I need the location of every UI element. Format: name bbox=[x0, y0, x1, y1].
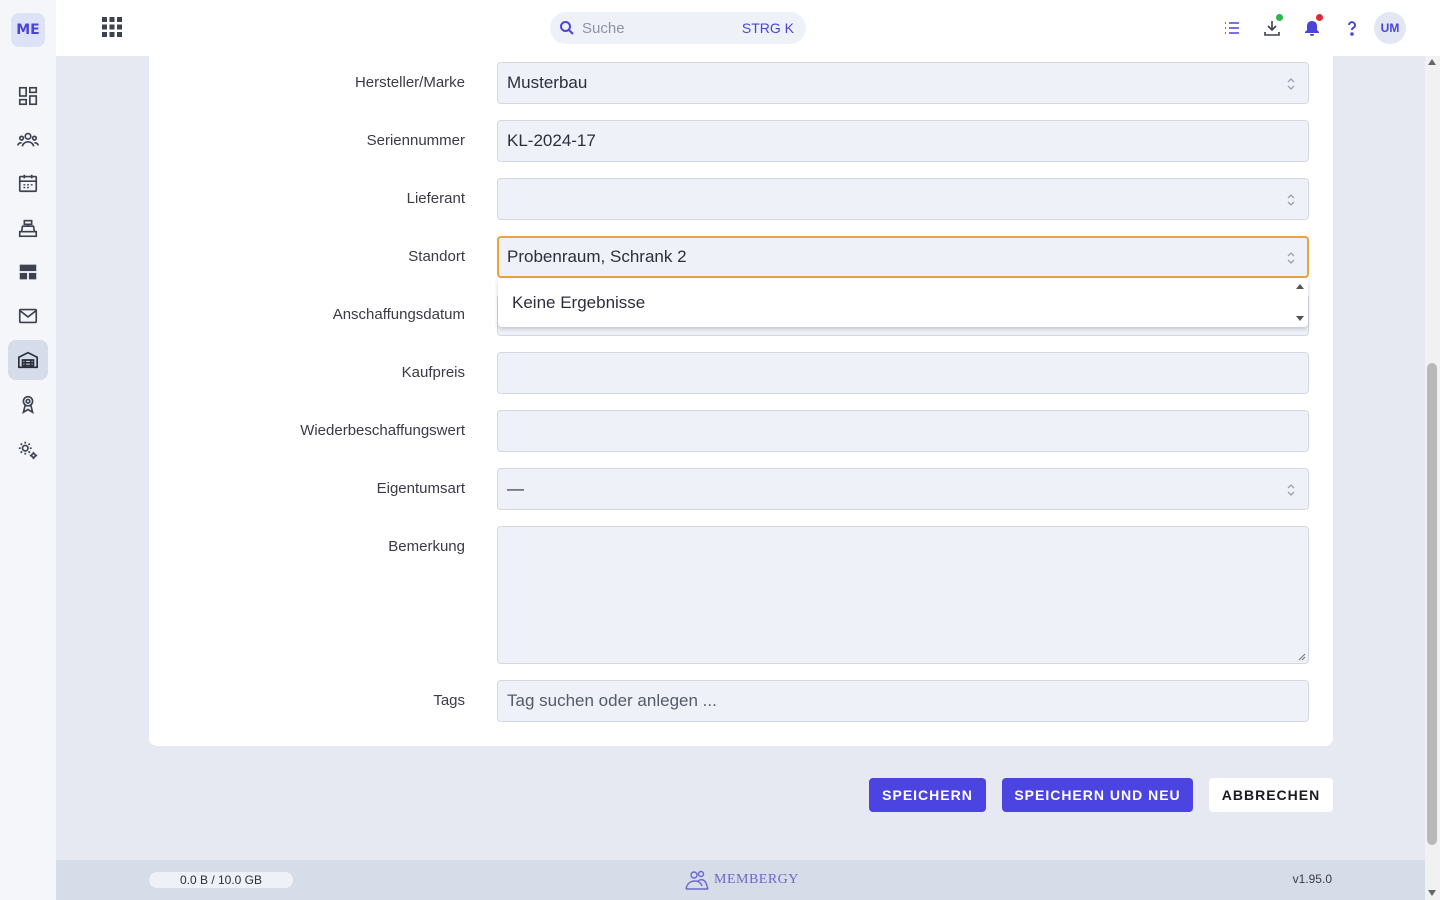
tags-input[interactable]: Tag suchen oder anlegen ... bbox=[497, 680, 1309, 722]
sidebar-item-mail[interactable] bbox=[8, 296, 48, 336]
search-shortcut-hint: STRG K bbox=[741, 20, 794, 36]
layout-icon bbox=[19, 264, 37, 280]
select-updown-icon bbox=[1287, 78, 1295, 90]
ownership-type-label: Eigentumsart bbox=[376, 480, 465, 497]
top-header: STRG K UM bbox=[56, 0, 1440, 56]
location-dropdown: Keine Ergebnisse bbox=[498, 279, 1308, 327]
search-icon bbox=[560, 21, 574, 35]
sidebar-item-layout[interactable] bbox=[8, 252, 48, 292]
brand-name: MEMBERGY bbox=[714, 872, 799, 887]
purchase-date-label: Anschaffungsdatum bbox=[332, 306, 465, 323]
sidebar-item-settings[interactable] bbox=[8, 430, 48, 470]
notifications-button[interactable] bbox=[1300, 14, 1324, 40]
people-icon bbox=[17, 132, 39, 147]
search-bar[interactable]: STRG K bbox=[550, 12, 806, 44]
cancel-button[interactable]: ABBRECHEN bbox=[1209, 778, 1333, 812]
location-value: Probenraum, Schrank 2 bbox=[507, 247, 687, 266]
sidebar-item-calendar[interactable] bbox=[8, 163, 48, 203]
bell-icon bbox=[1305, 21, 1319, 36]
location-label: Standort bbox=[408, 248, 465, 265]
calendar-icon bbox=[18, 174, 38, 193]
app-logo[interactable]: ME bbox=[11, 13, 45, 47]
sidebar-item-dashboard[interactable] bbox=[8, 76, 48, 116]
scroll-up-arrow[interactable] bbox=[1428, 59, 1436, 65]
user-avatar[interactable]: UM bbox=[1374, 12, 1406, 44]
mail-icon bbox=[18, 308, 38, 324]
select-updown-icon bbox=[1287, 252, 1295, 264]
select-updown-icon bbox=[1287, 194, 1295, 206]
award-icon bbox=[22, 395, 34, 414]
warehouse-icon bbox=[18, 351, 38, 369]
dropdown-scroll-down[interactable] bbox=[1296, 316, 1304, 321]
storage-usage: 0.0 B / 10.0 GB bbox=[149, 872, 293, 888]
app-version: v1.95.0 bbox=[1292, 872, 1332, 886]
manufacturer-select[interactable]: Musterbau bbox=[497, 62, 1309, 104]
help-icon bbox=[1348, 21, 1356, 36]
remark-textarea[interactable] bbox=[497, 526, 1309, 664]
task-list-button[interactable] bbox=[1220, 16, 1244, 40]
apps-grid-icon[interactable] bbox=[102, 17, 122, 37]
no-results-message: Keine Ergebnisse bbox=[512, 293, 646, 312]
list-icon bbox=[1225, 22, 1239, 34]
purchase-price-label: Kaufpreis bbox=[401, 364, 465, 381]
dropdown-scroll-up[interactable] bbox=[1296, 284, 1304, 289]
sidebar-item-inventory[interactable] bbox=[8, 340, 48, 380]
scroll-down-arrow[interactable] bbox=[1428, 890, 1436, 896]
sidebar-item-members[interactable] bbox=[8, 120, 48, 160]
serial-number-value: KL-2024-17 bbox=[507, 131, 596, 150]
replacement-value-input[interactable] bbox=[497, 410, 1309, 452]
dashboard-icon bbox=[18, 86, 38, 106]
page-scrollbar[interactable] bbox=[1425, 56, 1440, 900]
select-updown-icon bbox=[1287, 484, 1295, 496]
save-and-new-button[interactable]: SPEICHERN UND NEU bbox=[1002, 778, 1193, 812]
sidebar-item-cash-register[interactable] bbox=[8, 208, 48, 248]
scroll-thumb[interactable] bbox=[1427, 363, 1437, 845]
ownership-type-value: — bbox=[507, 479, 524, 498]
membergy-logo-icon bbox=[685, 870, 709, 890]
downloads-button[interactable] bbox=[1260, 14, 1284, 40]
supplier-select[interactable] bbox=[497, 178, 1309, 220]
brand-logo: MEMBERGY bbox=[684, 869, 799, 891]
purchase-price-input[interactable] bbox=[497, 352, 1309, 394]
sidebar: ME bbox=[0, 0, 56, 900]
remark-label: Bemerkung bbox=[388, 538, 465, 555]
serial-number-label: Seriennummer bbox=[366, 132, 465, 149]
tags-placeholder: Tag suchen oder anlegen ... bbox=[507, 691, 717, 710]
help-button[interactable] bbox=[1340, 16, 1364, 40]
sidebar-item-awards[interactable] bbox=[8, 384, 48, 424]
replacement-value-label: Wiederbeschaffungswert bbox=[300, 422, 465, 439]
manufacturer-label: Hersteller/Marke bbox=[354, 74, 465, 91]
item-form-card: Hersteller/Marke Musterbau Seriennummer … bbox=[149, 56, 1333, 746]
location-select[interactable]: Probenraum, Schrank 2 bbox=[497, 236, 1309, 278]
save-button[interactable]: SPEICHERN bbox=[869, 778, 986, 812]
gear-icon bbox=[18, 441, 38, 460]
download-status-dot bbox=[1276, 14, 1283, 21]
serial-number-input[interactable]: KL-2024-17 bbox=[497, 120, 1309, 162]
register-icon bbox=[18, 219, 38, 238]
notification-badge-dot bbox=[1316, 14, 1323, 21]
manufacturer-value: Musterbau bbox=[507, 73, 588, 92]
resize-grip-icon[interactable] bbox=[1298, 653, 1306, 661]
tags-label: Tags bbox=[433, 692, 465, 709]
ownership-type-select[interactable]: — bbox=[497, 468, 1309, 510]
supplier-label: Lieferant bbox=[406, 190, 465, 207]
search-input[interactable] bbox=[582, 18, 732, 38]
footer: 0.0 B / 10.0 GB MEMBERGY v1.95.0 bbox=[56, 860, 1425, 900]
download-icon bbox=[1264, 21, 1280, 36]
